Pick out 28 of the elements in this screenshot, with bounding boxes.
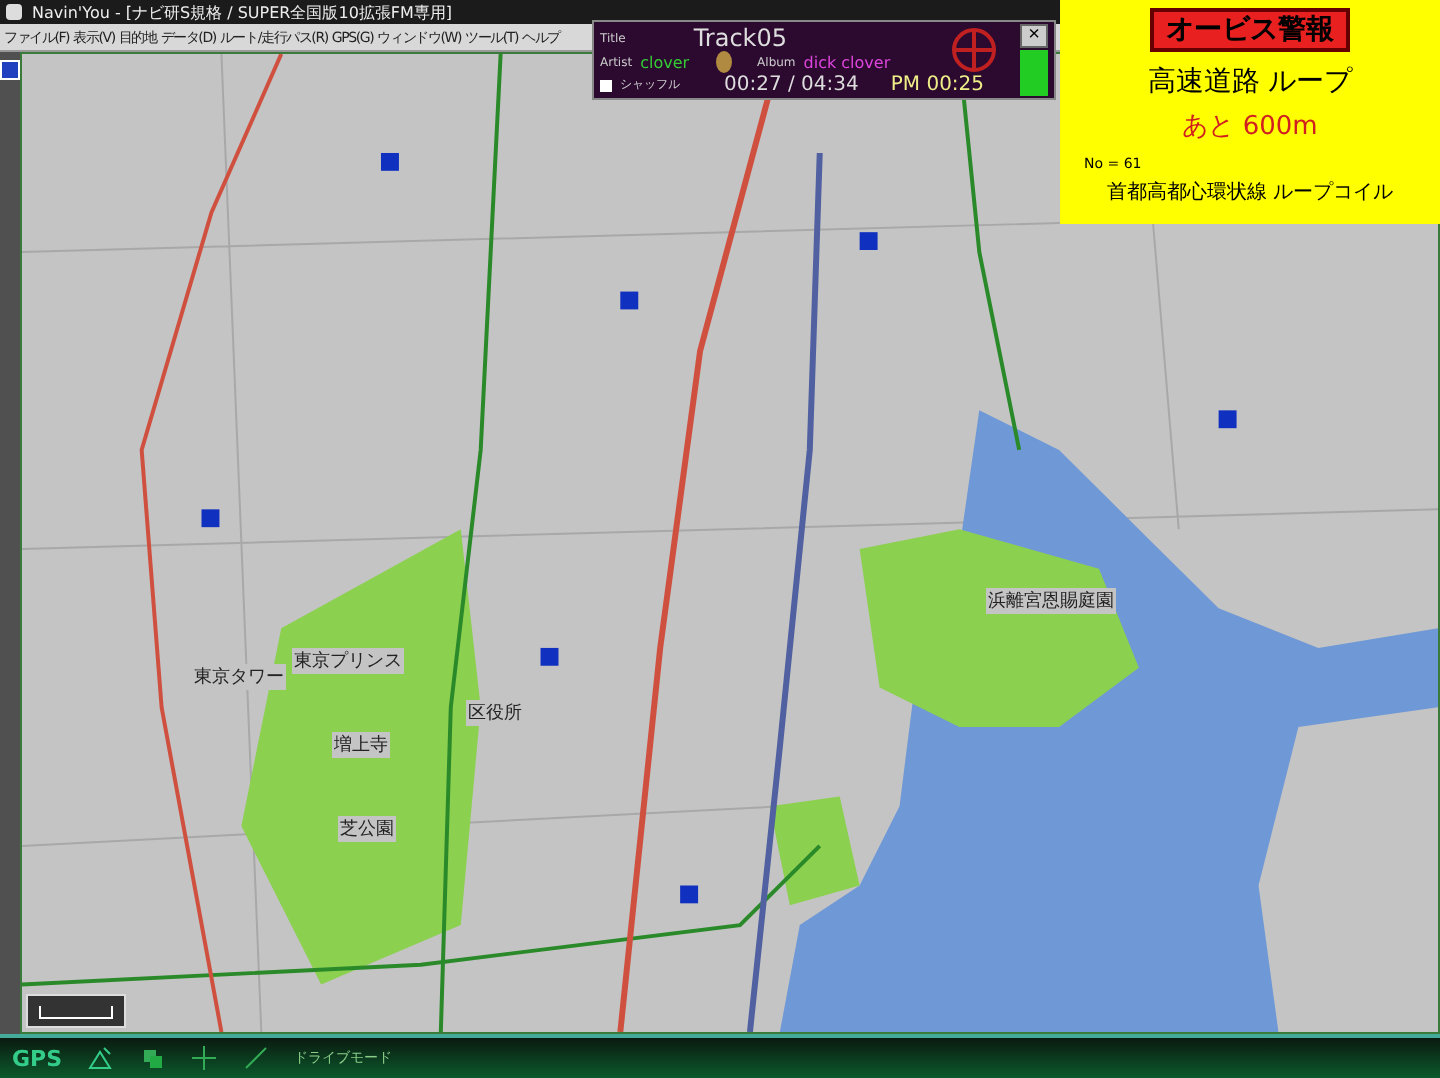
crosshair-icon <box>950 26 998 74</box>
alert-type: 高速道路 ループ <box>1147 64 1353 100</box>
artist-name: clover <box>640 53 690 71</box>
gps-label: GPS <box>12 1045 63 1071</box>
layers-icon[interactable] <box>138 1044 167 1072</box>
track-time: 00:27 / 04:34 <box>724 74 859 96</box>
album-name: dick clover <box>803 53 891 71</box>
alert-distance: あと 600m <box>1182 110 1318 144</box>
scale-widget[interactable] <box>26 994 126 1028</box>
map-label: 区役所 <box>466 700 524 726</box>
track-title: Track05 <box>693 26 788 50</box>
close-button[interactable]: × <box>1020 24 1048 48</box>
app-icon <box>4 2 24 22</box>
map-label: 芝公園 <box>338 816 396 842</box>
shuffle-checkbox[interactable] <box>600 79 612 91</box>
scale-bar-icon <box>36 1001 116 1021</box>
route-icon[interactable] <box>242 1044 271 1072</box>
park-area <box>769 796 860 906</box>
clock-time: PM 00:25 <box>890 74 985 96</box>
compass-icon[interactable] <box>190 1044 219 1072</box>
alert-badge: オービス警報 <box>1150 8 1350 52</box>
map-label: 増上寺 <box>332 732 390 758</box>
alert-location: 首都高都心環状線 ループコイル <box>1106 179 1394 206</box>
map-label: 東京プリンス <box>292 648 404 674</box>
map-label: 浜離宮恩賜庭園 <box>986 588 1116 614</box>
album-art-icon <box>713 50 734 74</box>
window-title: Navin'You - [ナビ研S規格 / SUPER全国版10拡張FM専用] <box>32 1 453 23</box>
map-label: 東京タワー <box>192 664 286 690</box>
